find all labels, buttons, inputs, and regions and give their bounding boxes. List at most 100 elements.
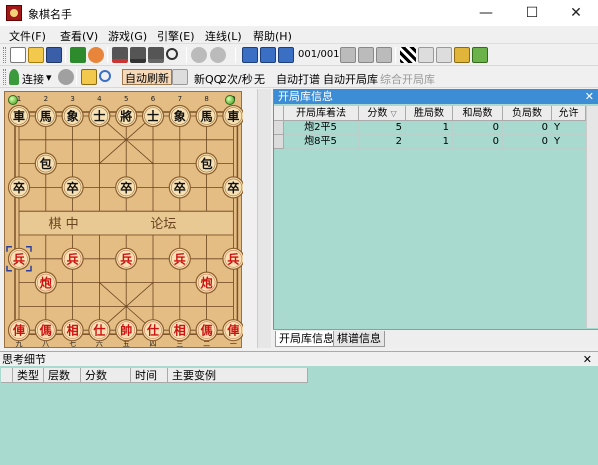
- cell-score[interactable]: 5: [359, 121, 406, 135]
- refresh-icon[interactable]: [210, 47, 226, 63]
- col-header-main-variation[interactable]: 主要变例: [168, 368, 308, 383]
- black-pawn[interactable]: 卒: [7, 176, 31, 199]
- reload-icon[interactable]: [172, 69, 188, 85]
- board-scrollbar[interactable]: [257, 89, 271, 348]
- cell-loss[interactable]: 0: [503, 135, 552, 149]
- cell-move[interactable]: 炮8平5: [284, 135, 359, 149]
- red-piece[interactable]: 相: [61, 319, 84, 342]
- black-piece[interactable]: 馬: [34, 104, 57, 128]
- red-piece[interactable]: 傌: [195, 319, 218, 342]
- black-cannon[interactable]: 包: [195, 152, 218, 175]
- row-indicator[interactable]: [274, 135, 284, 149]
- cell-loss[interactable]: 0: [503, 121, 552, 135]
- row-indicator[interactable]: [274, 121, 284, 135]
- minimize-button[interactable]: —: [464, 0, 508, 26]
- menu-engine[interactable]: 引擎(E): [157, 28, 195, 44]
- export-icon[interactable]: [454, 47, 470, 63]
- new-file-icon[interactable]: [10, 47, 26, 63]
- red-piece[interactable]: 帥: [115, 319, 138, 342]
- col-header-draw[interactable]: 和局数: [453, 106, 503, 121]
- tab-opening-info[interactable]: 开局库信息: [275, 331, 338, 347]
- cell-win[interactable]: 1: [406, 135, 453, 149]
- black-cannon[interactable]: 包: [34, 152, 57, 175]
- black-piece[interactable]: 將: [115, 104, 138, 128]
- col-header-type[interactable]: 类型: [13, 368, 44, 383]
- black-pawn[interactable]: 卒: [115, 176, 138, 199]
- menu-file[interactable]: 文件(F): [9, 28, 46, 44]
- red-piece[interactable]: 仕: [88, 319, 111, 342]
- red-pawn[interactable]: 兵: [115, 247, 138, 270]
- menu-connect[interactable]: 连线(L): [205, 28, 242, 44]
- black-piece[interactable]: 象: [168, 104, 191, 128]
- search-icon[interactable]: [166, 48, 178, 60]
- col-header-move[interactable]: 开局库着法: [284, 106, 359, 121]
- rate-label[interactable]: 2次/秒: [220, 71, 253, 87]
- red-piece[interactable]: 俥: [7, 319, 31, 342]
- lock-icon[interactable]: [81, 69, 97, 85]
- toolbar-grip[interactable]: [3, 69, 6, 85]
- think-panel-close-icon[interactable]: ✕: [583, 352, 592, 367]
- prev-fast-icon[interactable]: [260, 47, 276, 63]
- cell-allow[interactable]: Y: [552, 135, 586, 149]
- red-pawn[interactable]: 兵: [168, 247, 191, 270]
- cell-draw[interactable]: 0: [453, 135, 503, 149]
- red-cannon[interactable]: 炮: [195, 271, 218, 294]
- opening-panel-close-icon[interactable]: ✕: [585, 90, 594, 103]
- col-header-win[interactable]: 胜局数: [406, 106, 453, 121]
- black-pawn[interactable]: 卒: [222, 176, 245, 199]
- red-pawn[interactable]: 兵: [7, 247, 31, 270]
- connect-button[interactable]: 连接: [22, 71, 44, 87]
- toolbar-grip[interactable]: [3, 47, 6, 63]
- open-folder-icon[interactable]: [28, 47, 44, 63]
- close-button[interactable]: ✕: [554, 0, 598, 26]
- filter-icon[interactable]: ▽: [391, 109, 397, 118]
- none-label[interactable]: 无: [254, 71, 265, 87]
- menu-help[interactable]: 帮助(H): [253, 28, 292, 44]
- col-header-time[interactable]: 时间: [131, 368, 168, 383]
- red-pawn[interactable]: 兵: [61, 247, 84, 270]
- red-cannon[interactable]: 炮: [34, 271, 57, 294]
- black-pawn[interactable]: 卒: [61, 176, 84, 199]
- copy-icon[interactable]: [418, 47, 434, 63]
- auto-refresh-button[interactable]: 自动刷新: [122, 69, 172, 85]
- menu-view[interactable]: 查看(V): [60, 28, 98, 44]
- board-svg[interactable]: 棋 中论坛123456789九八七六五四三二一車馬象士將士象馬車包包卒卒卒卒卒兵…: [5, 92, 245, 349]
- first-move-icon[interactable]: [242, 47, 258, 63]
- menu-game[interactable]: 游戏(G): [108, 28, 147, 44]
- puzzle-icon[interactable]: [70, 47, 86, 63]
- red-pawn[interactable]: 兵: [222, 247, 245, 270]
- black-piece[interactable]: 車: [222, 104, 245, 128]
- computer-black-icon[interactable]: [130, 47, 146, 63]
- black-piece[interactable]: 象: [61, 104, 84, 128]
- black-piece[interactable]: 士: [88, 104, 111, 128]
- black-piece[interactable]: 馬: [195, 104, 218, 128]
- black-piece[interactable]: 車: [7, 104, 31, 128]
- tab-game-record-info[interactable]: 棋谱信息: [333, 331, 385, 347]
- new-qq-label[interactable]: 新QQ: [194, 71, 222, 87]
- prev-move-icon[interactable]: [278, 47, 294, 63]
- next-fast-icon[interactable]: [358, 47, 374, 63]
- settings-icon[interactable]: [58, 69, 74, 85]
- import-icon[interactable]: [472, 47, 488, 63]
- next-move-icon[interactable]: [340, 47, 356, 63]
- magnifier-icon[interactable]: [99, 70, 111, 82]
- col-header-score[interactable]: 分数 ▽: [359, 106, 406, 121]
- connect-dropdown-icon[interactable]: ▾: [46, 71, 52, 84]
- maximize-button[interactable]: ☐: [510, 0, 554, 26]
- red-piece[interactable]: 傌: [34, 319, 57, 342]
- chess-board[interactable]: 棋 中论坛123456789九八七六五四三二一車馬象士將士象馬車包包卒卒卒卒卒兵…: [4, 91, 245, 349]
- computer-red-icon[interactable]: [112, 47, 128, 63]
- cell-draw[interactable]: 0: [453, 121, 503, 135]
- cell-allow[interactable]: Y: [552, 121, 586, 135]
- col-header-allow[interactable]: 允许: [552, 106, 586, 121]
- alarm-clock-icon[interactable]: [88, 47, 104, 63]
- computer-both-icon[interactable]: [148, 47, 164, 63]
- col-header-depth[interactable]: 层数: [44, 368, 81, 383]
- black-piece[interactable]: 士: [141, 104, 165, 128]
- save-icon[interactable]: [46, 47, 62, 63]
- col-header-think-score[interactable]: 分数: [81, 368, 131, 383]
- red-piece[interactable]: 仕: [141, 319, 165, 342]
- col-header-loss[interactable]: 负局数: [503, 106, 552, 121]
- grid-scrollbar[interactable]: [586, 106, 598, 328]
- auto-play-button[interactable]: 自动打谱: [276, 71, 320, 87]
